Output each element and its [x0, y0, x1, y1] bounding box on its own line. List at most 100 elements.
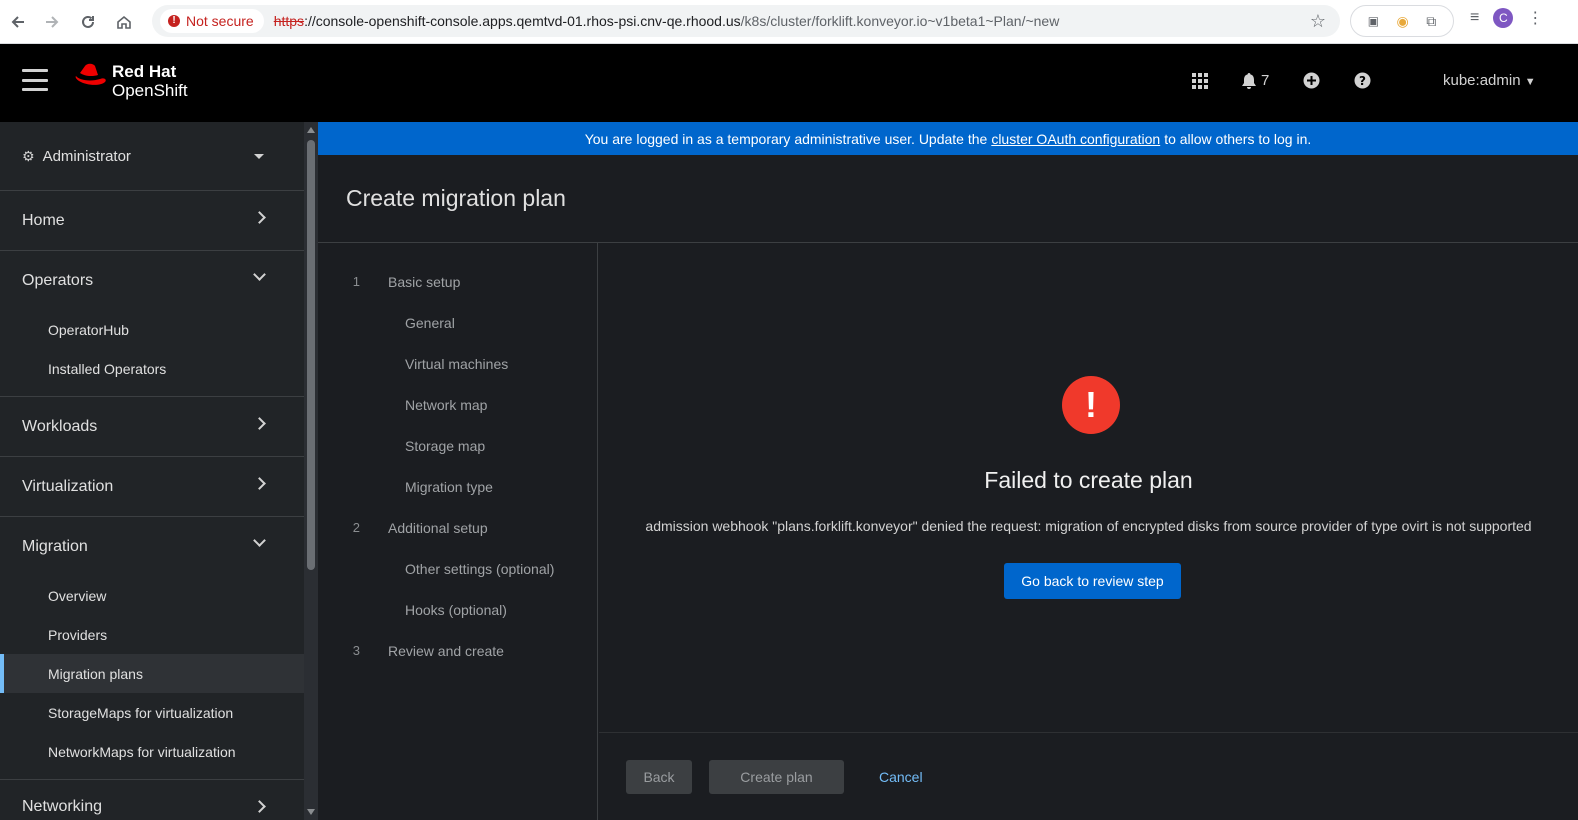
cogs-icon: ⚙	[22, 147, 35, 164]
nav-item-networkmaps[interactable]: NetworkMaps for virtualization	[0, 732, 304, 771]
kebab-menu-icon[interactable]: ⋮	[1527, 8, 1543, 28]
wizard-step-additional-setup[interactable]: 2 Additional setup	[318, 507, 597, 548]
nav-operators[interactable]: Operators	[0, 251, 304, 310]
main-content: You are logged in as a temporary adminis…	[318, 122, 1578, 820]
bookmark-star-icon[interactable]: ☆	[1310, 11, 1326, 32]
home-icon[interactable]	[106, 4, 142, 40]
url-scheme: https	[273, 13, 305, 29]
nav-section-home: Home	[0, 191, 304, 251]
nav-workloads[interactable]: Workloads	[0, 397, 304, 456]
step-label: Basic setup	[388, 273, 461, 290]
warning-icon: !	[168, 15, 180, 27]
puzzle-icon[interactable]: ⧉	[1426, 13, 1436, 30]
oauth-config-link[interactable]: cluster OAuth configuration	[991, 131, 1160, 147]
nav-label: Home	[22, 211, 65, 229]
nav-item-storagemaps[interactable]: StorageMaps for virtualization	[0, 693, 304, 732]
nav-item-installed-operators[interactable]: Installed Operators	[0, 349, 304, 388]
wizard-substep-other-settings[interactable]: Other settings (optional)	[318, 548, 597, 589]
user-name: kube:admin	[1443, 72, 1521, 89]
notification-count: 7	[1261, 72, 1270, 89]
wizard-body: ! Failed to create plan admission webhoo…	[599, 243, 1578, 732]
brand-line2: OpenShift	[112, 81, 188, 100]
security-chip[interactable]: ! Not secure	[160, 9, 264, 33]
brand-logo[interactable]: Red Hat OpenShift	[75, 62, 188, 100]
nav-home[interactable]: Home	[0, 191, 304, 250]
nav-label: Operators	[22, 271, 94, 289]
step-number: 2	[352, 520, 360, 535]
cluster-banner: You are logged in as a temporary adminis…	[318, 122, 1578, 155]
step-label: Review and create	[388, 642, 504, 659]
bell-icon	[1242, 72, 1256, 89]
nav-item-providers[interactable]: Providers	[0, 615, 304, 654]
nav-section-virtualization: Virtualization	[0, 457, 304, 517]
chevron-right-icon	[253, 211, 266, 224]
sidebar: ⚙ Administrator Home Operators OperatorH…	[0, 122, 304, 820]
red-hat-icon	[75, 63, 106, 85]
svg-text:?: ?	[1359, 74, 1366, 88]
nav-item-operatorhub[interactable]: OperatorHub	[0, 310, 304, 349]
cancel-link[interactable]: Cancel	[879, 769, 923, 785]
back-arrow-icon[interactable]	[0, 4, 36, 40]
nav-section-networking: Networking	[0, 780, 304, 820]
step-number: 1	[352, 274, 360, 289]
error-title: Failed to create plan	[984, 467, 1193, 493]
nav-section-migration: Migration Overview Providers Migration p…	[0, 517, 304, 780]
chevron-down-icon	[253, 268, 266, 281]
security-label: Not secure	[186, 13, 254, 29]
wizard-step-review-create[interactable]: 3 Review and create	[318, 630, 597, 671]
wizard-substep-virtual-machines[interactable]: Virtual machines	[318, 343, 597, 384]
browser-actions: ≡ C ⋮	[1470, 8, 1543, 28]
reload-icon[interactable]	[70, 4, 106, 40]
go-back-to-review-button[interactable]: Go back to review step	[1004, 563, 1181, 599]
hamburger-menu-icon[interactable]	[22, 69, 48, 91]
nav-section-operators: Operators OperatorHub Installed Operator…	[0, 251, 304, 397]
nav-item-overview[interactable]: Overview	[0, 576, 304, 615]
sidebar-scrollbar[interactable]	[304, 122, 318, 820]
wizard-substep-storage-map[interactable]: Storage map	[318, 425, 597, 466]
perspective-switcher[interactable]: ⚙ Administrator	[0, 122, 304, 191]
nav-section-workloads: Workloads	[0, 397, 304, 457]
nav-networking[interactable]: Networking	[0, 780, 304, 820]
wizard-substep-network-map[interactable]: Network map	[318, 384, 597, 425]
wizard-substep-general[interactable]: General	[318, 302, 597, 343]
address-bar[interactable]: ! Not secure https://console-openshift-c…	[152, 5, 1340, 37]
chevron-right-icon	[253, 800, 266, 813]
wizard: 1 Basic setup General Virtual machines N…	[318, 243, 1578, 820]
masthead: Red Hat OpenShift 7 ? kube:admin ▼	[0, 44, 1578, 122]
back-button[interactable]: Back	[626, 760, 692, 794]
scroll-thumb[interactable]	[307, 140, 315, 570]
wizard-substep-hooks[interactable]: Hooks (optional)	[318, 589, 597, 630]
chrome-extension-icon[interactable]: ◉	[1397, 13, 1409, 30]
chevron-right-icon	[253, 477, 266, 490]
profile-avatar[interactable]: C	[1493, 8, 1514, 28]
wizard-substep-migration-type[interactable]: Migration type	[318, 466, 597, 507]
media-icon[interactable]: ≡	[1470, 9, 1479, 27]
browser-toolbar: ! Not secure https://console-openshift-c…	[0, 0, 1578, 44]
help-icon[interactable]: ?	[1354, 72, 1371, 89]
scroll-down-arrow-icon[interactable]	[307, 809, 315, 815]
extensions-group: ▣ ◉ ⧉	[1350, 5, 1454, 37]
banner-suffix: to allow others to log in.	[1164, 130, 1312, 147]
step-number: 3	[352, 643, 360, 658]
notifications-button[interactable]: 7	[1242, 72, 1269, 89]
exclamation-circle-icon: !	[1062, 376, 1120, 434]
nav-item-migration-plans[interactable]: Migration plans	[0, 654, 304, 693]
app-launcher-icon[interactable]	[1192, 72, 1208, 89]
extension-icon[interactable]: ▣	[1368, 14, 1379, 28]
wizard-step-basic-setup[interactable]: 1 Basic setup	[318, 261, 597, 302]
nav-virtualization[interactable]: Virtualization	[0, 457, 304, 516]
nav-migration[interactable]: Migration	[0, 517, 304, 576]
page-title: Create migration plan	[318, 155, 1578, 243]
plus-circle-icon[interactable]	[1303, 72, 1320, 89]
url-host: ://console-openshift-console.apps.qemtvd…	[304, 13, 741, 29]
masthead-toolbar: 7 ?	[1192, 72, 1405, 89]
perspective-label: Administrator	[42, 147, 131, 165]
forward-arrow-icon[interactable]	[34, 4, 70, 40]
brand-line1: Red Hat	[112, 62, 177, 81]
url-path: /k8s/cluster/forklift.konveyor.io~v1beta…	[740, 13, 1060, 29]
chevron-down-icon	[253, 534, 266, 547]
create-plan-button[interactable]: Create plan	[709, 760, 844, 794]
user-menu[interactable]: kube:admin ▼	[1443, 72, 1536, 89]
chevron-right-icon	[253, 417, 266, 430]
scroll-up-arrow-icon[interactable]	[307, 127, 315, 133]
